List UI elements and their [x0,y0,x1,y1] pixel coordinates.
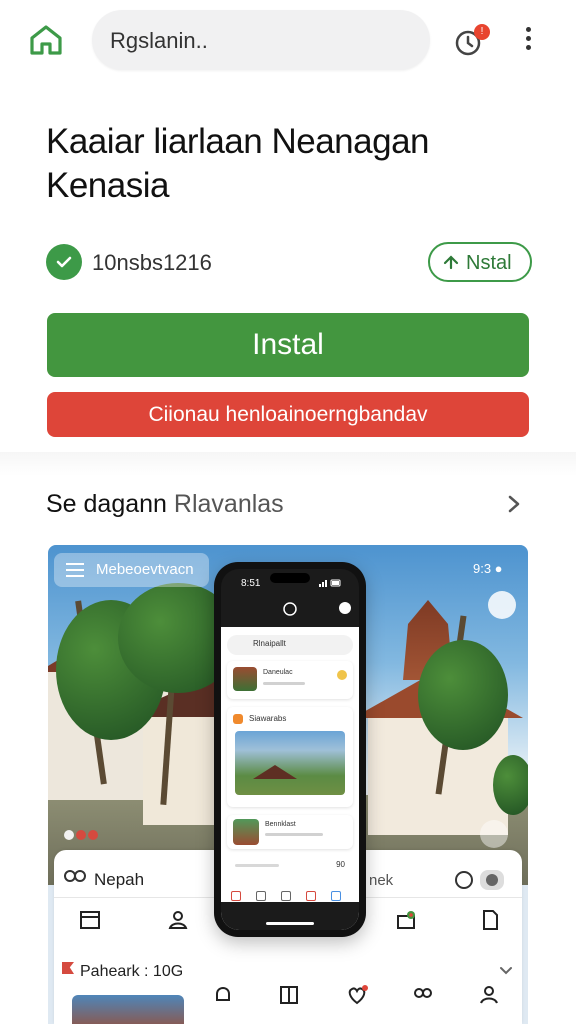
phone-card-2[interactable]: Siawarabs [227,707,353,807]
home-icon[interactable] [28,22,64,58]
brand-icon [64,870,86,882]
section-divider [0,452,576,476]
tree-right [418,640,508,750]
phone-time: 8:51 [241,578,261,589]
thumbnail-image [72,995,184,1024]
verified-badge-icon [46,244,82,280]
signal-icon [319,579,341,587]
small-install-button[interactable]: Nstal [428,242,532,282]
calendar-icon[interactable] [78,908,102,932]
phone-card-3[interactable]: Bennklast [227,815,353,849]
card2-badge [233,714,243,724]
toggle-icon[interactable] [454,868,508,892]
phone-screen: 8:51 Rlnaipallt Daneulac Siawarabs Bennk… [221,569,359,930]
nav-home-icon[interactable] [231,891,241,901]
user-icon[interactable] [166,908,190,932]
phone-notch [270,573,310,583]
search-placeholder: Rgslanin.. [110,28,208,53]
chevron-right-icon[interactable] [505,493,523,520]
bell-icon[interactable] [210,982,236,1008]
map-icon[interactable] [276,982,302,1008]
timer-icon[interactable] [488,591,516,619]
top-bar: Rgslanin.. ! [0,0,576,80]
preview-menu-pill[interactable]: Mebeoevtvacn [54,553,209,587]
phone-logo-icon [283,602,297,616]
version-text: 10nsbs1216 [92,250,212,275]
phone-avatar [339,602,351,614]
card2-header: Siawarabs [233,713,347,727]
nav-grid-icon[interactable] [281,891,291,901]
nav-bookmark-icon[interactable] [306,891,316,901]
document-icon[interactable] [478,908,502,932]
phone-mockup: 8:51 Rlnaipallt Daneulac Siawarabs Bennk… [214,562,366,937]
phone-card-1[interactable]: Daneulac [227,661,353,699]
phone-small-row: 90 [227,858,353,878]
right-label: nek [369,872,394,889]
chevron-down-icon[interactable] [498,963,514,979]
group-icon[interactable] [410,982,436,1008]
card3-thumb [233,819,259,845]
brand-label: Nepah [94,870,145,889]
card-line [263,682,305,685]
nav-search-icon[interactable] [256,891,266,901]
gift-icon[interactable] [394,908,418,932]
preview-dots [64,827,100,841]
notifications-button[interactable]: ! [452,22,492,60]
small-install-label: Nstal [466,252,512,274]
notification-badge: ! [474,24,490,40]
install-button[interactable]: Instal [47,313,529,377]
nav-share-icon[interactable] [331,891,341,901]
more-options-icon[interactable] [518,24,538,58]
secondary-action-button[interactable]: Ciionau henloainoerngbandav [47,392,529,437]
profile-icon[interactable] [476,982,502,1008]
phone-bottom-bar [221,902,359,930]
card-thumb [233,667,257,691]
menu-icon [66,563,84,581]
camera-icon[interactable] [480,820,508,848]
search-input[interactable]: Rgslanin.. [92,10,430,70]
card3-line [265,833,323,836]
tree-far-right [493,755,528,815]
phone-content: Rlnaipallt Daneulac Siawarabs Bennklast [221,627,359,930]
preview-status: 9:3 ● [473,561,503,576]
bottom-nav-icons [204,982,514,1010]
card-badge [337,670,347,680]
flag-icon [62,962,74,974]
install-icon [443,255,459,270]
phone-search[interactable]: Rlnaipallt [227,635,353,655]
app-title: Kaaiar liarlaan Neanagan Kenasia [46,122,430,205]
row-label: Paheark : 10G [80,963,184,980]
section-title: Se dagann Rlavanlas [46,490,284,518]
heart-icon[interactable] [344,982,370,1008]
phone-home-indicator [266,922,314,925]
card2-photo [235,731,345,795]
